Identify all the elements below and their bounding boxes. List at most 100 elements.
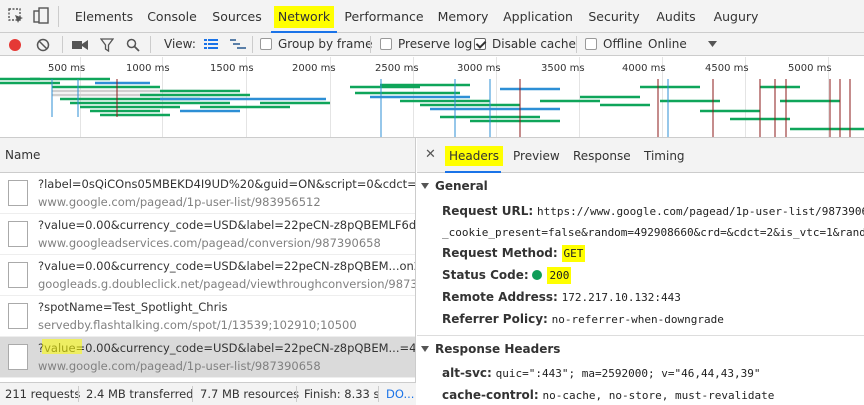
request-name: ?label=0sQiCOns05MBEKD4I9UD%20&guid=ON&s…	[38, 177, 416, 191]
preserve-log-checkbox[interactable]: Preserve log	[380, 33, 472, 56]
tab-headers[interactable]: Headers	[445, 138, 503, 173]
status-divider	[192, 386, 193, 402]
remote-address-value: 172.217.10.132:443	[561, 291, 681, 304]
request-name: ?value=0.00&currency_code=USD&label=22pe…	[38, 259, 416, 273]
alt-svc-key: alt-svc:	[442, 366, 492, 380]
status-code-row: Status Code: 200	[442, 267, 572, 284]
name-column-header[interactable]: Name	[0, 138, 415, 173]
chevron-down-icon[interactable]	[708, 41, 717, 48]
toolbar-divider	[62, 36, 63, 53]
throttling-select[interactable]: Online	[648, 33, 687, 56]
resources-size: 7.7 MB resources	[200, 387, 300, 401]
request-name: ?value=0.00&currency_code=USD&label=22pe…	[38, 218, 416, 232]
tab-sources[interactable]: Sources	[206, 0, 268, 33]
request-url-key: Request URL:	[442, 204, 534, 218]
tab-security[interactable]: Security	[586, 0, 642, 33]
request-list-panel: Name ?label=0sQiCOns05MBEKD4I9UD%20&guid…	[0, 138, 416, 382]
tab-elements[interactable]: Elements	[68, 0, 140, 33]
disable-cache-label: Disable cache	[492, 37, 576, 51]
general-section-title: General	[435, 179, 488, 193]
toolbar-divider	[58, 6, 59, 27]
section-divider	[417, 335, 864, 336]
network-overview-timeline[interactable]: 500 ms 1000 ms 1500 ms 2000 ms 2500 ms 3…	[0, 57, 864, 138]
response-headers-toggle[interactable]: Response Headers	[421, 342, 560, 356]
tab-console[interactable]: Console	[141, 0, 203, 33]
toolbar-divider	[576, 36, 577, 53]
request-path: www.google.com/pagead/1p-user-list/98739…	[38, 359, 321, 373]
search-icon[interactable]	[126, 38, 140, 52]
transferred-size: 2.4 MB transferred	[86, 387, 194, 401]
status-divider	[296, 386, 297, 402]
waterfall-overview-icon[interactable]	[230, 38, 246, 51]
request-row[interactable]: ?value=0.00&currency_code=USD&label=22pe…	[0, 214, 416, 255]
toolbar-divider	[252, 36, 253, 53]
request-url-row: Request URL: https://www.google.com/page…	[442, 204, 864, 218]
request-method-key: Request Method:	[442, 246, 558, 260]
devtools-tab-bar: Elements Console Sources Network Perform…	[0, 0, 864, 33]
request-path: www.googleadservices.com/pagead/conversi…	[38, 236, 381, 250]
disable-cache-checkbox[interactable]: Disable cache	[474, 33, 576, 56]
request-detail-panel: ✕ Headers Preview Response Timing Genera…	[417, 138, 864, 405]
file-icon	[8, 221, 28, 247]
tab-headers-label: Headers	[445, 146, 503, 166]
view-label: View:	[164, 37, 196, 51]
cache-control-key: cache-control:	[442, 388, 539, 402]
camera-icon[interactable]	[72, 39, 88, 51]
checkbox-unchecked-icon	[260, 38, 272, 50]
status-divider	[78, 386, 79, 402]
general-section-toggle[interactable]: General	[421, 179, 488, 193]
request-row-selected[interactable]: ?value=0.00&currency_code=USD&label=22pe…	[0, 337, 416, 378]
tab-timing[interactable]: Timing	[644, 138, 685, 173]
throttling-value: Online	[648, 37, 687, 51]
highlight-marker	[42, 339, 82, 354]
tab-audits[interactable]: Audits	[652, 0, 700, 33]
response-headers-title: Response Headers	[435, 342, 561, 356]
request-row[interactable]: ?spotName=Test_Spotlight_Chris servedby.…	[0, 296, 415, 337]
file-icon	[8, 303, 28, 329]
status-code-value: 200	[547, 267, 572, 284]
request-method-row: Request Method: GET	[442, 245, 586, 262]
checkbox-checked-icon	[474, 38, 486, 50]
file-icon	[8, 344, 28, 370]
inspect-element-icon[interactable]	[7, 7, 25, 25]
tab-memory[interactable]: Memory	[434, 0, 492, 33]
tab-performance[interactable]: Performance	[342, 0, 426, 33]
tab-preview[interactable]: Preview	[513, 138, 560, 173]
request-method-value: GET	[561, 245, 586, 262]
tab-network[interactable]: Network	[271, 0, 337, 33]
request-path: googleads.g.doubleclick.net/pagead/viewt…	[38, 277, 416, 291]
network-status-bar: 211 requests 2.4 MB transferred 7.7 MB r…	[0, 382, 416, 405]
status-ok-icon	[532, 270, 543, 280]
device-toolbar-icon[interactable]	[32, 7, 50, 25]
request-name-text: ?value=0.00&currency_code=USD&label=22pe…	[38, 341, 416, 355]
referrer-policy-value: no-referrer-when-downgrade	[551, 313, 724, 326]
request-path: www.google.com/pagead/1p-user-list/98395…	[38, 195, 321, 209]
waterfall-bars	[0, 77, 864, 137]
offline-checkbox[interactable]: Offline	[585, 33, 642, 56]
tab-response[interactable]: Response	[573, 138, 631, 173]
expand-triangle-icon	[421, 183, 429, 189]
filter-icon[interactable]	[100, 38, 114, 52]
status-divider	[378, 386, 379, 402]
record-icon[interactable]	[8, 38, 22, 52]
cache-control-value: no-cache, no-store, must-revalidate	[542, 389, 775, 402]
file-icon	[8, 262, 28, 288]
toolbar-divider	[150, 36, 151, 53]
large-rows-icon[interactable]	[204, 38, 218, 51]
finish-time: Finish: 8.33 s	[304, 387, 380, 401]
remote-address-key: Remote Address:	[442, 290, 558, 304]
remote-address-row: Remote Address: 172.217.10.132:443	[442, 290, 681, 304]
close-icon[interactable]: ✕	[425, 147, 436, 162]
request-path: servedby.flashtalking.com/spot/1/13539;1…	[38, 318, 357, 332]
tab-application[interactable]: Application	[500, 0, 576, 33]
preserve-log-label: Preserve log	[398, 37, 473, 51]
file-icon	[8, 180, 28, 206]
clear-icon[interactable]	[36, 38, 50, 52]
status-code-key: Status Code:	[442, 268, 529, 282]
expand-triangle-icon	[421, 346, 429, 352]
request-row[interactable]: ?value=0.00&currency_code=USD&label=22pe…	[0, 255, 416, 296]
tab-augury[interactable]: Augury	[710, 0, 762, 33]
request-row[interactable]: ?label=0sQiCOns05MBEKD4I9UD%20&guid=ON&s…	[0, 173, 416, 214]
cache-control-row: cache-control: no-cache, no-store, must-…	[442, 388, 774, 402]
group-by-frame-checkbox[interactable]: Group by frame	[260, 33, 372, 56]
